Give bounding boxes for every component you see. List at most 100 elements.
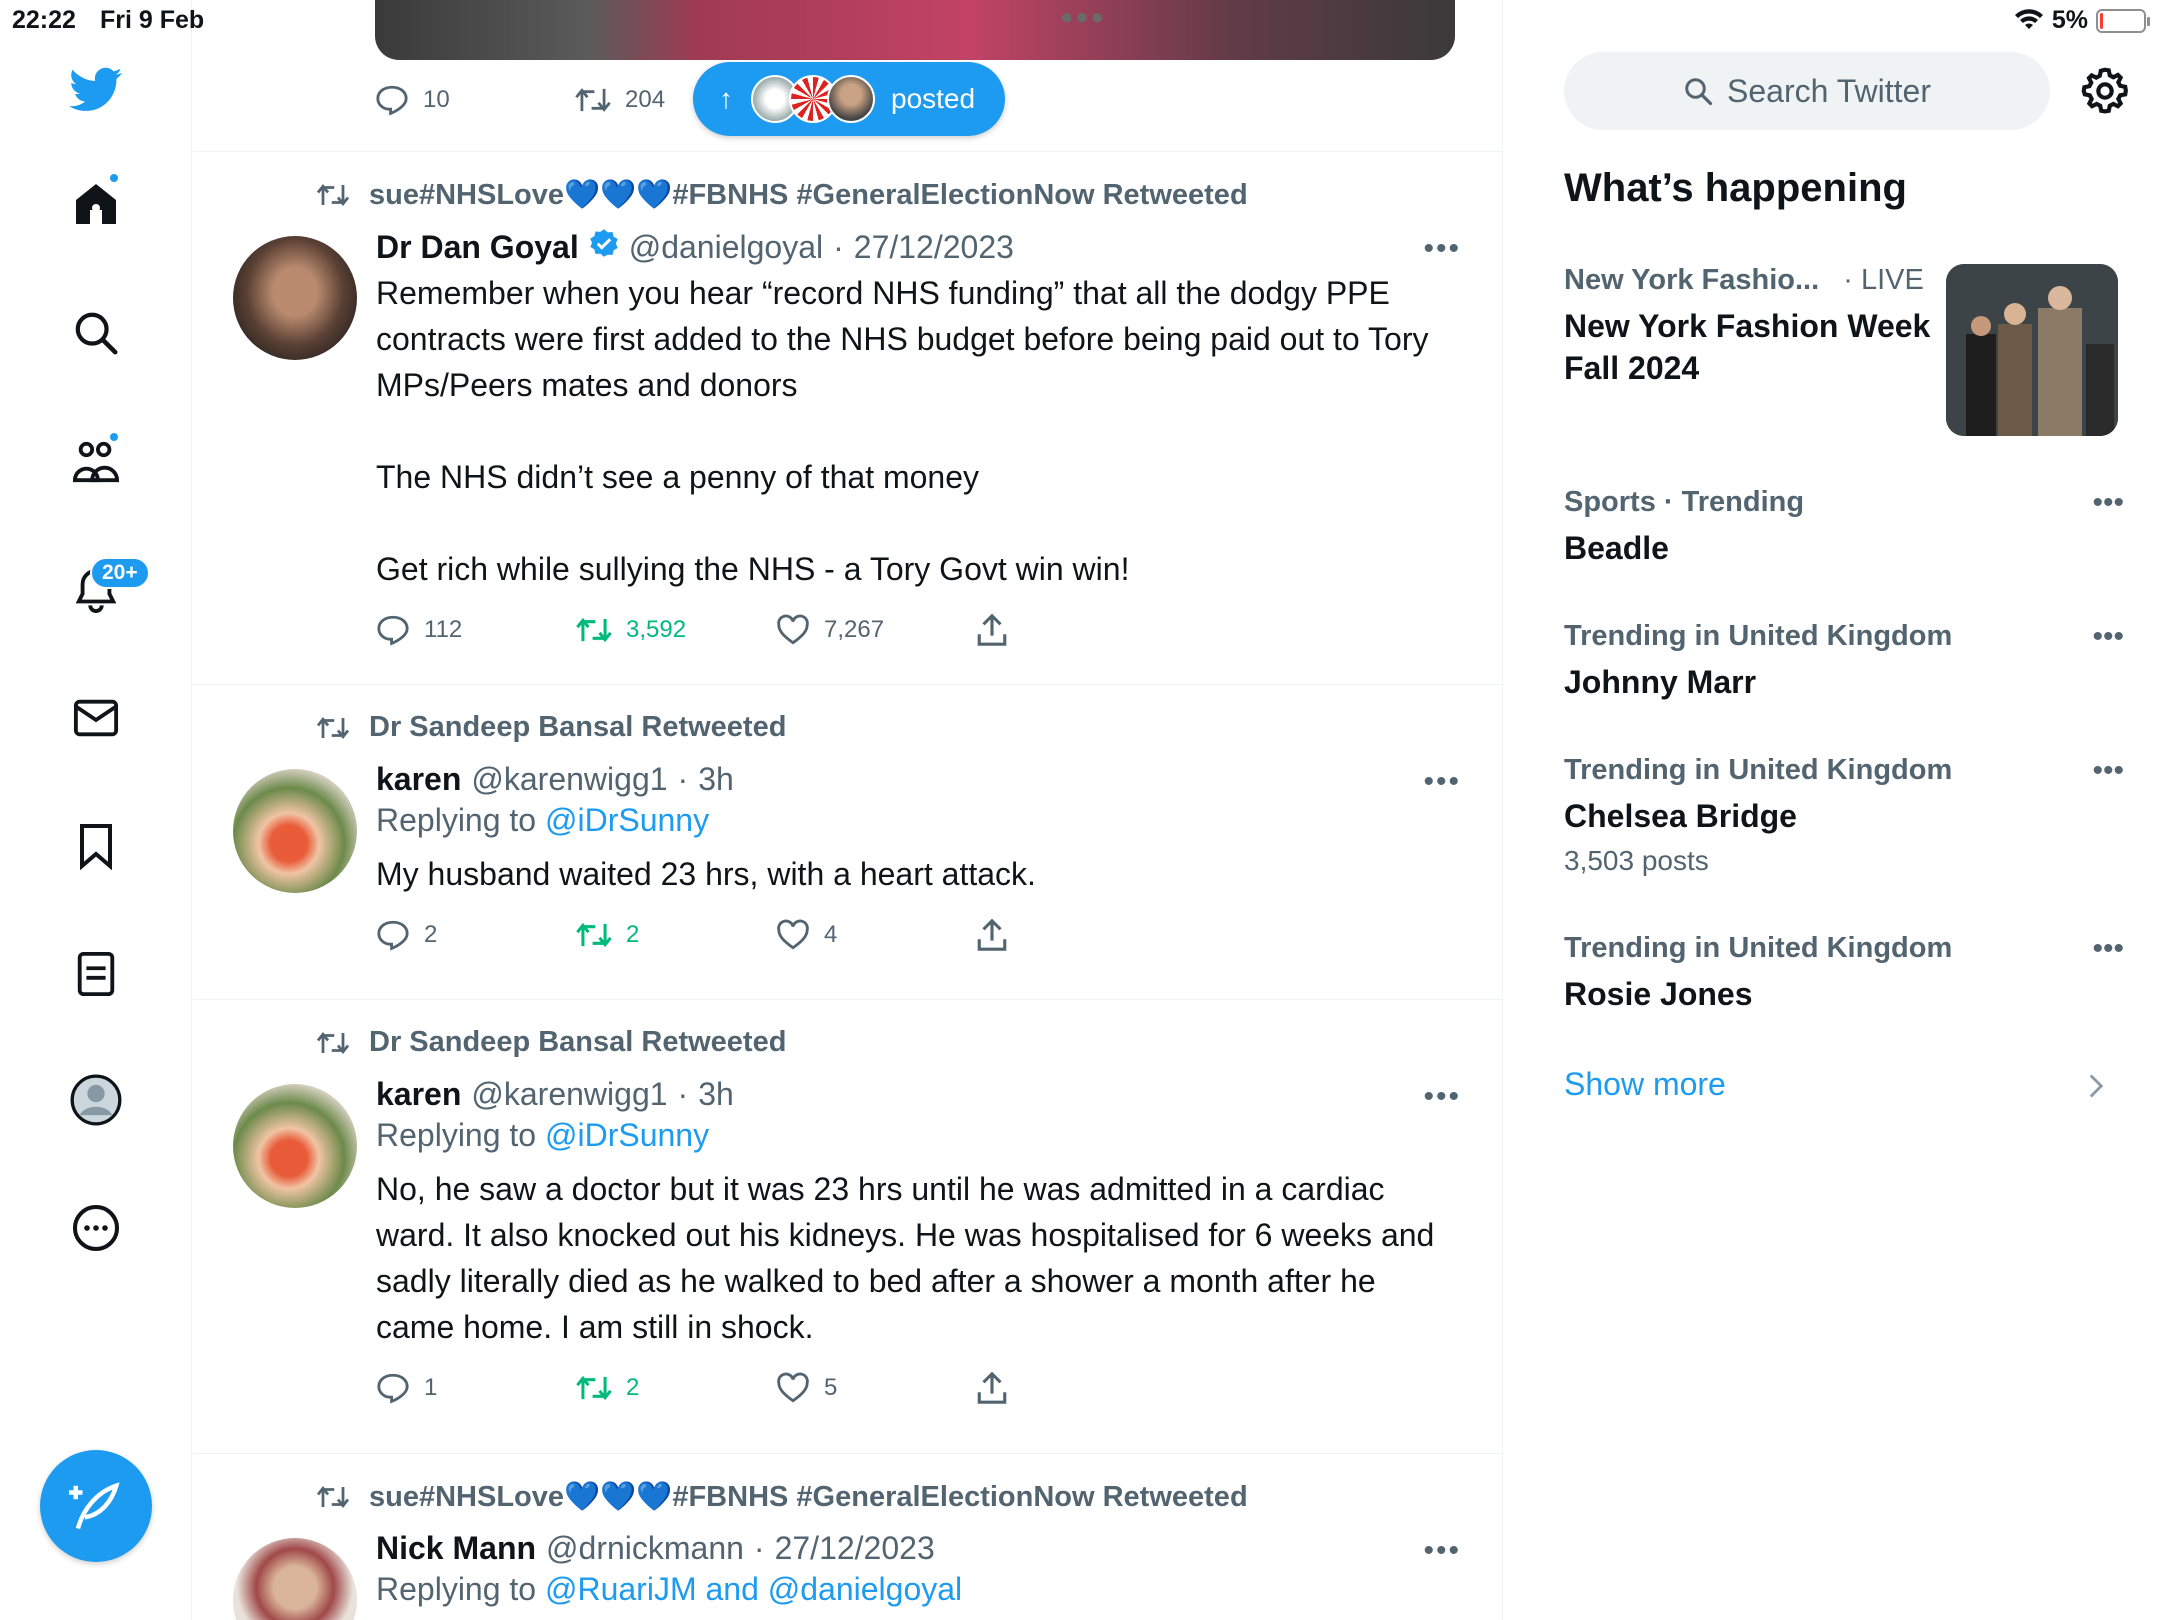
avatar[interactable] [233,1084,357,1208]
retweet-icon [575,88,611,112]
tweet-text: Remember when you hear “record NHS fundi… [376,275,1429,587]
messages-icon[interactable] [68,690,124,746]
home-unread-dot [108,172,120,184]
share-icon [977,918,1007,951]
trend-meta: Trending in United Kingdom [1564,620,1953,652]
bookmarks-icon[interactable] [68,818,124,874]
search-icon[interactable] [68,305,124,361]
trend-name: New York Fashion Week Fall 2024 [1564,308,1931,386]
separator-dot: · [677,1076,689,1112]
reply-icon [377,615,409,646]
tweet-card[interactable]: sue#NHSLove💙💙💙#FBNHS #GeneralElectionNow… [193,1453,1502,1620]
replying-to-prefix: Replying to [376,1117,537,1153]
share-action[interactable] [976,915,1176,955]
replying-to-link[interactable]: @iDrSunny [545,802,709,838]
avatar [827,75,875,123]
reply-action[interactable]: 10 [375,80,575,120]
avatar[interactable] [233,769,357,893]
communities-unread-dot [108,431,120,443]
tweet-date[interactable]: 3h [698,761,734,798]
reply-count: 112 [424,616,463,643]
more-options-icon[interactable]: ••• [1423,232,1461,266]
avatar[interactable] [233,236,357,360]
like-action[interactable]: 7,267 [776,610,976,650]
chevron-right-icon[interactable] [2086,1072,2106,1100]
author-name[interactable]: Dr Dan Goyal [376,229,579,266]
retweet-action[interactable]: 2 [576,1368,776,1408]
retweet-icon [576,617,612,643]
author-handle[interactable]: @danielgoyal [629,229,823,266]
show-more-link[interactable]: Show more [1564,1066,1726,1103]
settings-gear-icon[interactable] [2080,66,2130,116]
reply-action[interactable]: 1 [376,1368,576,1408]
more-options-icon[interactable]: ••• [1423,1534,1461,1568]
new-posts-pill[interactable]: ↑ posted [693,62,1005,136]
tweet-actions: 2 2 4 [376,915,1456,955]
more-options-icon[interactable]: ••• [1423,765,1461,799]
trend-live-label: · LIVE [1843,264,1924,296]
home-icon[interactable] [68,172,124,232]
retweeted-by-label: sue#NHSLove💙💙💙#FBNHS #GeneralElectionNow… [369,1481,1248,1513]
trend-item[interactable]: Trending in United Kingdom Rosie Jones •… [1564,932,2124,1015]
trend-name: Beadle [1564,530,1669,566]
more-options-icon[interactable]: ••• [1423,1080,1461,1114]
tweet-date[interactable]: 3h [698,1076,734,1113]
retweet-action[interactable]: 3,592 [576,610,776,650]
replying-to-link[interactable]: @iDrSunny [545,1117,709,1153]
like-action[interactable]: 5 [776,1368,976,1408]
separator-dot: · [833,229,844,265]
replying-to-link[interactable]: @RuariJM and @danielgoyal [545,1571,962,1607]
more-options-icon[interactable]: ••• [2092,620,2124,654]
tweet-card[interactable]: sue#NHSLove💙💙💙#FBNHS #GeneralElectionNow… [193,151,1502,685]
reply-action[interactable]: 2 [376,915,576,955]
arrow-up-icon: ↑ [719,83,733,114]
communities-icon[interactable] [68,431,124,489]
more-icon[interactable] [68,1200,124,1256]
retweet-count: 2 [626,1374,640,1401]
author-handle[interactable]: @karenwigg1 [471,761,667,798]
trend-meta: Sports · Trending [1564,486,1805,518]
lists-icon[interactable] [68,946,124,1002]
author-handle[interactable]: @karenwigg1 [471,1076,667,1113]
separator-dot: · [753,1530,765,1566]
timeline-feed[interactable]: 10 204 ↑ posted sue#NHSLove💙💙💙#FBNHS #Ge… [193,0,1503,1620]
tweet-actions: 1 2 5 [376,1368,1456,1408]
like-action[interactable]: 4 [776,915,976,955]
retweet-action[interactable]: 2 [576,915,776,955]
tweet-card[interactable]: Dr Sandeep Bansal Retweeted karen @karen… [193,684,1502,1000]
trend-image[interactable] [1946,264,2118,436]
share-action[interactable] [976,1368,1176,1408]
author-name[interactable]: Nick Mann [376,1530,536,1567]
author-name[interactable]: karen [376,1076,461,1113]
like-count: 5 [824,1374,838,1401]
compose-tweet-button[interactable] [40,1450,152,1562]
profile-icon[interactable] [68,1072,124,1128]
trend-item[interactable]: Trending in United Kingdom Johnny Marr •… [1564,620,2124,703]
retweet-context[interactable]: sue#NHSLove💙💙💙#FBNHS #GeneralElectionNow… [315,1480,1248,1514]
retweet-context[interactable]: sue#NHSLove💙💙💙#FBNHS #GeneralElectionNow… [315,178,1248,212]
retweet-context[interactable]: Dr Sandeep Bansal Retweeted [315,711,786,744]
trend-item[interactable]: Sports · Trending Beadle ••• [1564,486,2124,569]
multitasking-dots-icon[interactable]: ●●● [1060,4,1106,30]
more-options-icon[interactable]: ••• [2092,932,2124,966]
more-options-icon[interactable]: ••• [2092,486,2124,520]
share-icon [977,613,1007,646]
author-handle[interactable]: @drnickmann [546,1530,744,1567]
author-name[interactable]: karen [376,761,461,798]
retweet-context[interactable]: Dr Sandeep Bansal Retweeted [315,1026,786,1059]
heart-icon [777,1372,809,1403]
tweet-actions: 112 3,592 7,267 [376,610,1456,650]
trend-item[interactable]: Trending in United Kingdom Chelsea Bridg… [1564,754,2124,877]
more-options-icon[interactable]: ••• [2092,754,2124,788]
search-input[interactable]: Search Twitter [1564,52,2050,130]
heart-icon [777,614,809,645]
tweet-date[interactable]: 27/12/2023 [775,1530,935,1567]
share-action[interactable] [976,610,1176,650]
tweet-date[interactable]: 27/12/2023 [854,229,1014,266]
avatar[interactable] [233,1538,357,1620]
twitter-logo-icon[interactable] [68,62,124,118]
like-count: 4 [824,921,838,948]
tweet-card[interactable]: Dr Sandeep Bansal Retweeted karen @karen… [193,999,1502,1454]
tweet-header: karen @karenwigg1 · 3h [376,761,1456,798]
reply-action[interactable]: 112 [376,610,576,650]
